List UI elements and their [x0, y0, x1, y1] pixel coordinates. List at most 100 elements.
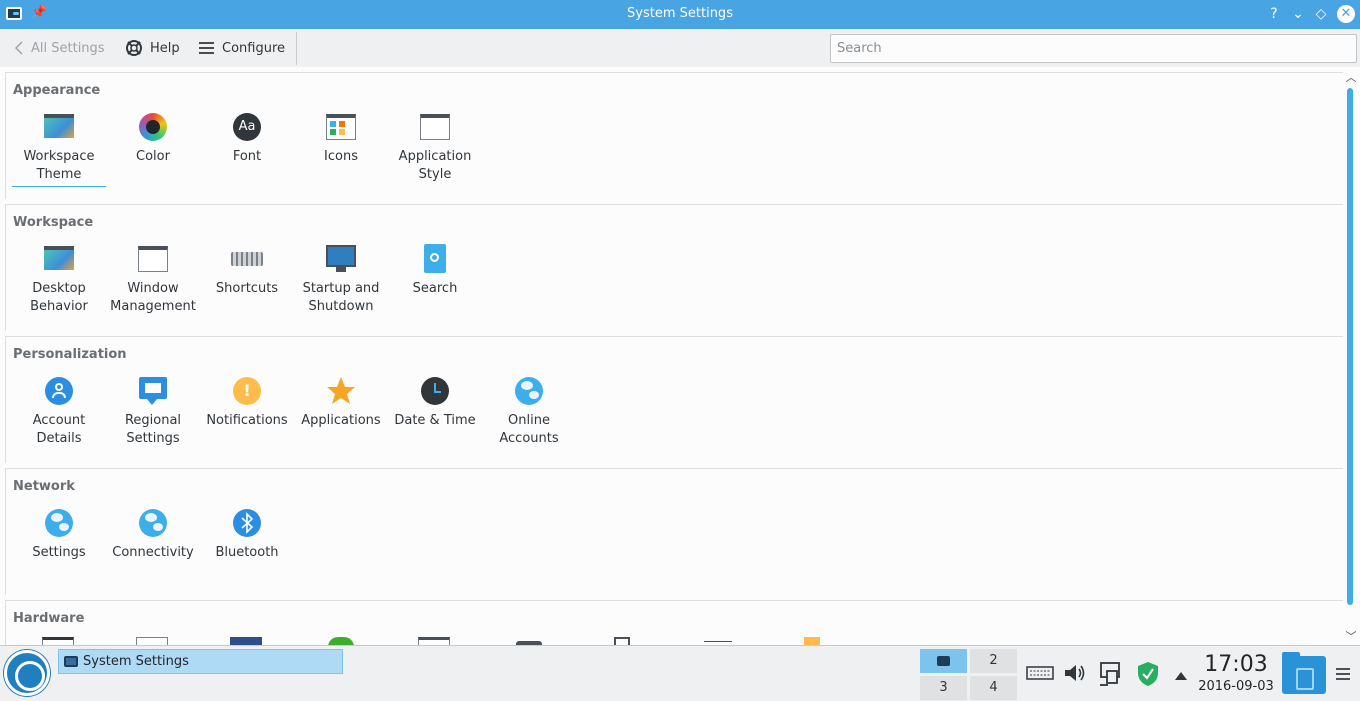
hardware-item-icon[interactable]	[42, 637, 74, 645]
hardware-item-icon[interactable]	[230, 637, 262, 645]
desktop-behavior-icon	[43, 243, 75, 275]
window-title: System Settings	[627, 6, 733, 21]
desktop-4[interactable]: 4	[970, 676, 1017, 700]
section-network: Network Settings Connectivity Bluetooth	[5, 468, 1343, 595]
notification-icon: !	[231, 375, 263, 407]
title-bar: 📌 System Settings ? ⌄ ◇ ✕	[0, 0, 1360, 29]
item-label: Color	[136, 149, 170, 164]
desktop-1[interactable]	[920, 649, 967, 673]
item-label: Desktop Behavior	[30, 281, 88, 314]
configure-button[interactable]: Configure	[198, 38, 285, 58]
desktop-3[interactable]: 3	[920, 676, 967, 700]
virtual-desktop-pager: 2 3 4	[920, 649, 1017, 700]
item-shortcuts[interactable]: Shortcuts	[200, 243, 294, 298]
item-connectivity[interactable]: Connectivity	[106, 507, 200, 562]
monitor-icon	[325, 243, 357, 275]
item-date-time[interactable]: Date & Time	[388, 375, 482, 430]
search-input[interactable]	[830, 34, 1357, 63]
help-button[interactable]: Help	[125, 38, 180, 58]
application-launcher-icon[interactable]	[4, 650, 50, 696]
regional-icon	[137, 375, 169, 407]
desktop-2[interactable]: 2	[970, 649, 1017, 673]
item-label: Font	[232, 149, 262, 164]
bluetooth-icon	[231, 507, 263, 539]
scroll-down-icon[interactable]: ﹀	[1345, 631, 1357, 643]
item-font[interactable]: Aa Font	[200, 111, 294, 166]
volume-icon[interactable]	[1062, 661, 1088, 687]
item-label: Window Management	[110, 281, 196, 314]
item-label: Account Details	[32, 413, 86, 446]
item-notifications[interactable]: ! Notifications	[200, 375, 294, 430]
minimize-button[interactable]: ⌄	[1288, 4, 1308, 24]
task-system-settings[interactable]: System Settings	[58, 649, 343, 674]
workspace-theme-icon	[43, 111, 75, 143]
vertical-scrollbar[interactable]: ︿ ﹀	[1343, 67, 1360, 645]
item-application-style[interactable]: Application Style	[388, 111, 482, 184]
item-label: Connectivity	[112, 545, 194, 560]
section-title: Hardware	[13, 611, 85, 626]
star-icon	[325, 375, 357, 407]
icons-icon	[325, 111, 357, 143]
item-applications[interactable]: Applications	[294, 375, 388, 430]
scroll-up-icon[interactable]: ︿	[1345, 72, 1357, 84]
help-label: Help	[150, 40, 180, 56]
section-workspace: Workspace Desktop Behavior Window Manage…	[5, 204, 1343, 331]
clock-date: 2016-09-03	[1198, 679, 1274, 694]
clock-time: 17:03	[1204, 652, 1268, 677]
maximize-button[interactable]: ◇	[1311, 4, 1331, 24]
system-settings-task-icon	[64, 656, 78, 667]
item-label: Date & Time	[394, 413, 476, 428]
item-label: Application Style	[398, 149, 472, 182]
task-label: System Settings	[83, 654, 189, 669]
all-settings-button[interactable]: All Settings	[14, 38, 105, 58]
item-desktop-behavior[interactable]: Desktop Behavior	[12, 243, 106, 316]
item-search[interactable]: Search	[388, 243, 482, 298]
item-workspace-theme[interactable]: Workspace Theme	[12, 111, 106, 187]
item-window-management[interactable]: Window Management	[106, 243, 200, 316]
toolbar: All Settings Help Configure	[0, 29, 1360, 67]
keyboard-layout-icon[interactable]	[1026, 661, 1054, 687]
digital-clock[interactable]: 17:03 2016-09-03	[1196, 651, 1276, 695]
item-label: Online Accounts	[499, 413, 559, 446]
tray-expand-icon[interactable]	[1174, 665, 1188, 691]
item-account-details[interactable]: Account Details	[12, 375, 106, 448]
clock-icon	[419, 375, 451, 407]
hardware-item-icon[interactable]	[136, 637, 168, 645]
item-label: Shortcuts	[215, 281, 279, 296]
panel-menu-icon[interactable]	[1336, 668, 1350, 680]
section-title: Workspace	[13, 215, 94, 230]
chevron-left-icon	[14, 41, 23, 55]
trash-folder-icon[interactable]	[1282, 652, 1326, 694]
item-label: Bluetooth	[215, 545, 279, 560]
close-button[interactable]: ✕	[1337, 5, 1355, 23]
item-label: Applications	[301, 413, 381, 428]
network-icon[interactable]	[1098, 661, 1124, 687]
item-color[interactable]: Color	[106, 111, 200, 166]
globe-icon	[137, 507, 169, 539]
scrollbar-thumb[interactable]	[1347, 88, 1353, 605]
section-hardware: Hardware	[5, 600, 1343, 645]
security-shield-icon[interactable]	[1136, 661, 1160, 687]
all-settings-label: All Settings	[31, 40, 105, 56]
help-window-button[interactable]: ?	[1264, 4, 1284, 24]
help-lifebuoy-icon	[126, 40, 142, 56]
item-label: Search	[412, 281, 458, 296]
hardware-item-icon[interactable]	[328, 637, 354, 645]
keyboard-icon	[231, 243, 263, 275]
settings-content: Appearance Workspace Theme Color Aa Font…	[0, 67, 1360, 645]
item-online-accounts[interactable]: Online Accounts	[482, 375, 576, 448]
item-network-settings[interactable]: Settings	[12, 507, 106, 562]
hardware-item-icon[interactable]	[614, 637, 630, 645]
search-icon	[419, 243, 451, 275]
item-bluetooth[interactable]: Bluetooth	[200, 507, 294, 562]
hardware-item-icon[interactable]	[804, 637, 820, 645]
item-label: Settings	[32, 545, 86, 560]
configure-label: Configure	[222, 40, 286, 56]
color-wheel-icon	[137, 111, 169, 143]
item-regional-settings[interactable]: Regional Settings	[106, 375, 200, 448]
item-icons[interactable]: Icons	[294, 111, 388, 166]
globe-icon	[513, 375, 545, 407]
hardware-item-icon[interactable]	[418, 637, 450, 645]
item-startup-shutdown[interactable]: Startup and Shutdown	[294, 243, 388, 316]
item-label: Regional Settings	[124, 413, 182, 446]
